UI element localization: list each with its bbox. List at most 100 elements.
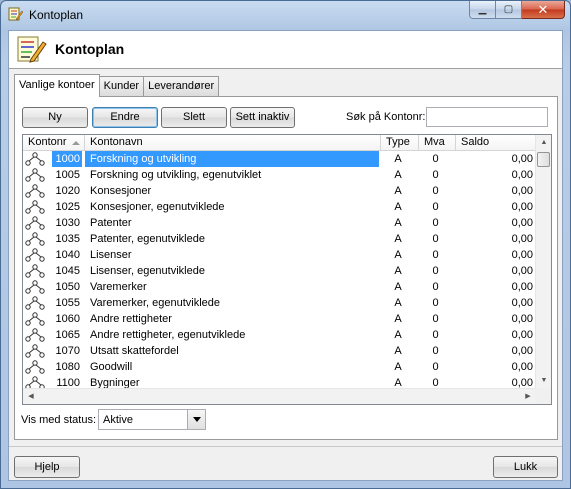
tab-leverandorer[interactable]: Leverandører [143, 76, 220, 96]
status-filter-value: Aktive [103, 414, 133, 426]
cell-kontonavn: Andre rettigheter [90, 313, 172, 325]
account-tree-icon [23, 151, 47, 167]
cell-kontonavn: Patenter [90, 217, 132, 229]
column-header-kontonr[interactable]: Kontonr [23, 135, 85, 151]
cell-type: A [394, 185, 402, 197]
column-header-kontonavn[interactable]: Kontonavn [85, 135, 381, 151]
scroll-up-icon[interactable]: ▲ [536, 135, 551, 151]
column-header-mva[interactable]: Mva [419, 135, 456, 151]
edit-button[interactable]: Endre [92, 107, 158, 128]
cell-type: A [394, 265, 402, 277]
table-row[interactable]: 1000 Forskning og utvikling A 0 0,00 [23, 151, 536, 167]
cell-kontonr: 1055 [55, 297, 80, 309]
cell-type: A [394, 249, 402, 261]
account-tree-icon [23, 231, 47, 247]
cell-kontonavn: Patenter, egenutviklede [90, 233, 205, 245]
cell-saldo: 0,00 [511, 361, 533, 373]
new-button[interactable]: Ny [22, 107, 88, 128]
account-tree-icon [23, 199, 47, 215]
cell-kontonr: 1060 [55, 313, 80, 325]
scroll-left-icon[interactable]: ◀ [23, 389, 39, 404]
cell-kontonavn: Goodwill [90, 361, 133, 373]
cell-kontonavn: Varemerker, egenutviklede [90, 297, 221, 309]
cell-kontonr: 1050 [55, 281, 80, 293]
cell-kontonr: 1020 [55, 185, 80, 197]
cell-saldo: 0,00 [511, 329, 533, 341]
account-tree-icon [23, 167, 47, 183]
cell-saldo: 0,00 [511, 201, 533, 213]
accounts-table[interactable]: Kontonr Kontonavn Type Mva Saldo 1000 For… [22, 134, 552, 405]
account-tree-icon [23, 215, 47, 231]
cell-type: A [394, 233, 402, 245]
table-body: 1000 Forskning og utvikling A 0 0,00 1005 Fors… [23, 151, 536, 391]
tab-vanlige-kontoer[interactable]: Vanlige kontoer [14, 74, 100, 97]
client-area: Kontoplan Vanlige kontoer Kunder Leveran… [8, 30, 563, 481]
account-tree-icon [23, 343, 47, 359]
table-row[interactable]: 1045 Lisenser, egenutviklede A 0 0,00 [23, 263, 536, 279]
column-header-type[interactable]: Type [381, 135, 419, 151]
cell-mva: 0 [432, 281, 439, 293]
cell-kontonavn: Varemerker [90, 281, 147, 293]
scroll-right-icon[interactable]: ▶ [520, 389, 536, 404]
cell-mva: 0 [432, 329, 439, 341]
table-row[interactable]: 1005 Forskning og utvikling, egenutviklet… [23, 167, 536, 183]
cell-mva: 0 [432, 345, 439, 357]
table-row[interactable]: 1055 Varemerker, egenutviklede A 0 0,00 [23, 295, 536, 311]
table-row[interactable]: 1070 Utsatt skattefordel A 0 0,00 [23, 343, 536, 359]
status-filter-select[interactable]: Aktive [98, 409, 206, 430]
table-row[interactable]: 1025 Konsesjoner, egenutviklede A 0 0,00 [23, 199, 536, 215]
minimize-button[interactable]: ▁ [469, 1, 496, 19]
footer-divider [9, 446, 562, 447]
cell-kontonr: 1030 [55, 217, 80, 229]
tab-kunder[interactable]: Kunder [98, 76, 145, 96]
kontoplan-icon [17, 36, 47, 63]
cell-saldo: 0,00 [511, 233, 533, 245]
cell-type: A [394, 313, 402, 325]
cell-saldo: 0,00 [511, 265, 533, 277]
close-button[interactable]: Lukk [493, 456, 558, 478]
minimize-icon: ▁ [478, 4, 487, 15]
table-row[interactable]: 1040 Lisenser A 0 0,00 [23, 247, 536, 263]
cell-type: A [394, 345, 402, 357]
cell-mva: 0 [432, 233, 439, 245]
table-row[interactable]: 1080 Goodwill A 0 0,00 [23, 359, 536, 375]
cell-type: A [394, 217, 402, 229]
cell-kontonr: 1000 [52, 151, 82, 167]
horizontal-scrollbar[interactable]: ◀ ▶ [23, 388, 536, 404]
column-header-saldo[interactable]: Saldo [456, 135, 536, 151]
cell-kontonr: 1065 [55, 329, 80, 341]
scroll-down-icon[interactable]: ▼ [536, 373, 551, 389]
chevron-down-icon[interactable] [187, 410, 205, 429]
cell-saldo: 0,00 [511, 249, 533, 261]
tab-strip: Vanlige kontoer Kunder Leverandører [14, 74, 220, 97]
scrollbar-thumb[interactable] [537, 152, 550, 167]
cell-kontonr: 1040 [55, 249, 80, 261]
table-row[interactable]: 1035 Patenter, egenutviklede A 0 0,00 [23, 231, 536, 247]
cell-mva: 0 [432, 185, 439, 197]
table-row[interactable]: 1030 Patenter A 0 0,00 [23, 215, 536, 231]
cell-mva: 0 [432, 169, 439, 181]
cell-kontonr: 1070 [55, 345, 80, 357]
set-inactive-button[interactable]: Sett inaktiv [230, 107, 295, 128]
cell-kontonr: 1080 [55, 361, 80, 373]
cell-saldo: 0,00 [511, 169, 533, 181]
table-row[interactable]: 1060 Andre rettigheter A 0 0,00 [23, 311, 536, 327]
close-window-button[interactable]: ✕ [522, 1, 565, 19]
cell-kontonavn: Utsatt skattefordel [90, 345, 179, 357]
table-row[interactable]: 1020 Konsesjoner A 0 0,00 [23, 183, 536, 199]
table-row[interactable]: 1050 Varemerker A 0 0,00 [23, 279, 536, 295]
maximize-button[interactable]: ▢ [496, 1, 522, 19]
cell-kontonavn: Lisenser, egenutviklede [90, 265, 205, 277]
delete-button[interactable]: Slett [161, 107, 227, 128]
vertical-scrollbar[interactable]: ▲ ▼ [535, 135, 551, 389]
title-bar[interactable]: Kontoplan ▁ ▢ ✕ [1, 1, 570, 29]
cell-saldo: 0,00 [511, 281, 533, 293]
help-button[interactable]: Hjelp [14, 456, 80, 478]
search-input[interactable] [426, 107, 548, 127]
cell-type: A [394, 361, 402, 373]
tab-panel: Ny Endre Slett Sett inaktiv Søk på Konto… [14, 96, 558, 440]
page-title: Kontoplan [55, 41, 125, 57]
cell-mva: 0 [432, 153, 439, 165]
page-header: Kontoplan [9, 31, 562, 69]
table-row[interactable]: 1065 Andre rettigheter, egenutviklede A 0 0,… [23, 327, 536, 343]
